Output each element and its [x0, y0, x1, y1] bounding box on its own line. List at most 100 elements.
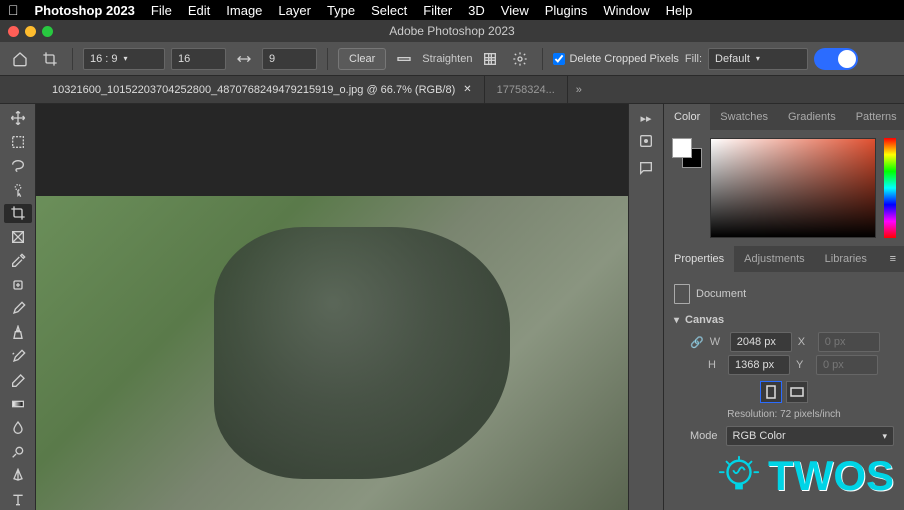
window-chrome: Adobe Photoshop 2023 [0, 20, 904, 42]
expand-panels-icon[interactable]: ▸▸ [640, 112, 651, 125]
clear-button[interactable]: Clear [338, 48, 386, 70]
menu-file[interactable]: File [151, 3, 172, 18]
crop-settings-button[interactable] [508, 47, 532, 71]
y-input [816, 355, 878, 375]
portrait-button[interactable] [760, 381, 782, 403]
canvas-image[interactable] [36, 196, 628, 510]
crop-height-input[interactable] [262, 48, 317, 70]
crop-tool-icon[interactable] [38, 47, 62, 71]
width-input[interactable] [730, 332, 792, 352]
mode-value: RGB Color [733, 430, 786, 442]
clone-tool[interactable] [4, 323, 32, 343]
tab-gradients[interactable]: Gradients [778, 104, 846, 130]
crop-ratio-select[interactable]: 16 : 9 ▾ [83, 48, 165, 70]
tab-adjustments[interactable]: Adjustments [734, 246, 815, 272]
chevron-down-icon: ▾ [756, 54, 760, 63]
home-button[interactable] [8, 47, 32, 71]
properties-panel-tabs: Properties Adjustments Libraries ≡ [664, 246, 904, 272]
gradient-tool[interactable] [4, 395, 32, 415]
menu-edit[interactable]: Edit [188, 3, 210, 18]
blur-tool[interactable] [4, 418, 32, 438]
crop-width-input[interactable] [171, 48, 226, 70]
menu-filter[interactable]: Filter [423, 3, 452, 18]
tab-overflow-button[interactable]: » [568, 76, 590, 103]
menu-type[interactable]: Type [327, 3, 355, 18]
divider [327, 48, 328, 70]
toggle-switch[interactable] [814, 48, 858, 70]
window-minimize-button[interactable] [25, 26, 36, 37]
fill-select[interactable]: Default ▾ [708, 48, 808, 70]
app-name[interactable]: Photoshop 2023 [35, 3, 135, 18]
learn-panel-icon[interactable] [638, 133, 654, 152]
foreground-background-swatch[interactable] [672, 138, 702, 168]
landscape-button[interactable] [786, 381, 808, 403]
apple-menu-icon[interactable]:  [8, 2, 19, 18]
window-title: Adobe Photoshop 2023 [0, 24, 904, 38]
close-icon[interactable]: ✕ [463, 84, 471, 95]
comments-panel-icon[interactable] [638, 160, 654, 179]
dodge-tool[interactable] [4, 442, 32, 462]
marquee-tool[interactable] [4, 132, 32, 152]
options-bar: 16 : 9 ▾ Clear Straighten Delete Cropped… [0, 42, 904, 76]
history-brush-tool[interactable] [4, 347, 32, 367]
straighten-label: Straighten [422, 53, 472, 65]
tab-swatches[interactable]: Swatches [710, 104, 778, 130]
tab-patterns[interactable]: Patterns [846, 104, 904, 130]
color-field[interactable] [710, 138, 876, 238]
canvas-section-label: Canvas [685, 314, 724, 326]
macos-menubar:  Photoshop 2023 File Edit Image Layer T… [0, 0, 904, 20]
menu-select[interactable]: Select [371, 3, 407, 18]
crop-overlay-button[interactable] [478, 47, 502, 71]
pen-tool[interactable] [4, 466, 32, 486]
move-tool[interactable] [4, 108, 32, 128]
brush-tool[interactable] [4, 299, 32, 319]
properties-panel-body: Document ▾ Canvas 🔗 W X H Y [664, 272, 904, 454]
collapsed-panel-strip: ▸▸ [628, 104, 664, 510]
eraser-tool[interactable] [4, 371, 32, 391]
menu-image[interactable]: Image [226, 3, 262, 18]
color-panel-body [664, 130, 904, 246]
window-close-button[interactable] [8, 26, 19, 37]
lasso-tool[interactable] [4, 156, 32, 176]
swap-dimensions-button[interactable] [232, 47, 256, 71]
tab-properties[interactable]: Properties [664, 246, 734, 272]
chevron-down-icon: ▾ [882, 431, 887, 442]
canvas-pasteboard [36, 104, 628, 196]
type-tool[interactable] [4, 490, 32, 510]
height-input[interactable] [728, 355, 790, 375]
window-maximize-button[interactable] [42, 26, 53, 37]
menu-window[interactable]: Window [603, 3, 649, 18]
tab-libraries[interactable]: Libraries [815, 246, 877, 272]
menu-view[interactable]: View [501, 3, 529, 18]
panel-menu-icon[interactable]: ≡ [882, 246, 904, 272]
menu-plugins[interactable]: Plugins [545, 3, 588, 18]
fill-value: Default [715, 53, 750, 65]
frame-tool[interactable] [4, 227, 32, 247]
foreground-color[interactable] [672, 138, 692, 158]
straighten-icon[interactable] [392, 47, 416, 71]
document-icon [674, 284, 690, 304]
healing-tool[interactable] [4, 275, 32, 295]
hue-slider[interactable] [884, 138, 896, 238]
mode-select[interactable]: RGB Color ▾ [726, 426, 894, 446]
resolution-label: Resolution: 72 pixels/inch [674, 409, 894, 420]
width-label: W [710, 336, 724, 348]
canvas-section-header[interactable]: ▾ Canvas [674, 314, 894, 326]
link-icon[interactable]: 🔗 [690, 336, 704, 349]
delete-cropped-checkbox[interactable]: Delete Cropped Pixels [553, 53, 678, 65]
document-tab-active[interactable]: 10321600_10152203704252800_4870768249479… [40, 76, 485, 103]
crop-tool[interactable] [4, 204, 32, 224]
document-tab-label: 10321600_10152203704252800_4870768249479… [52, 84, 455, 96]
delete-cropped-input[interactable] [553, 53, 565, 65]
divider [542, 48, 543, 70]
eyedropper-tool[interactable] [4, 251, 32, 271]
menu-3d[interactable]: 3D [468, 3, 485, 18]
right-panels: Color Swatches Gradients Patterns ≡ Prop… [664, 104, 904, 510]
document-tab-inactive[interactable]: 17758324... [485, 76, 568, 103]
tab-color[interactable]: Color [664, 104, 710, 130]
quick-select-tool[interactable] [4, 180, 32, 200]
menu-help[interactable]: Help [666, 3, 693, 18]
chevron-down-icon: ▾ [674, 315, 679, 326]
x-label: X [798, 336, 812, 348]
menu-layer[interactable]: Layer [278, 3, 311, 18]
